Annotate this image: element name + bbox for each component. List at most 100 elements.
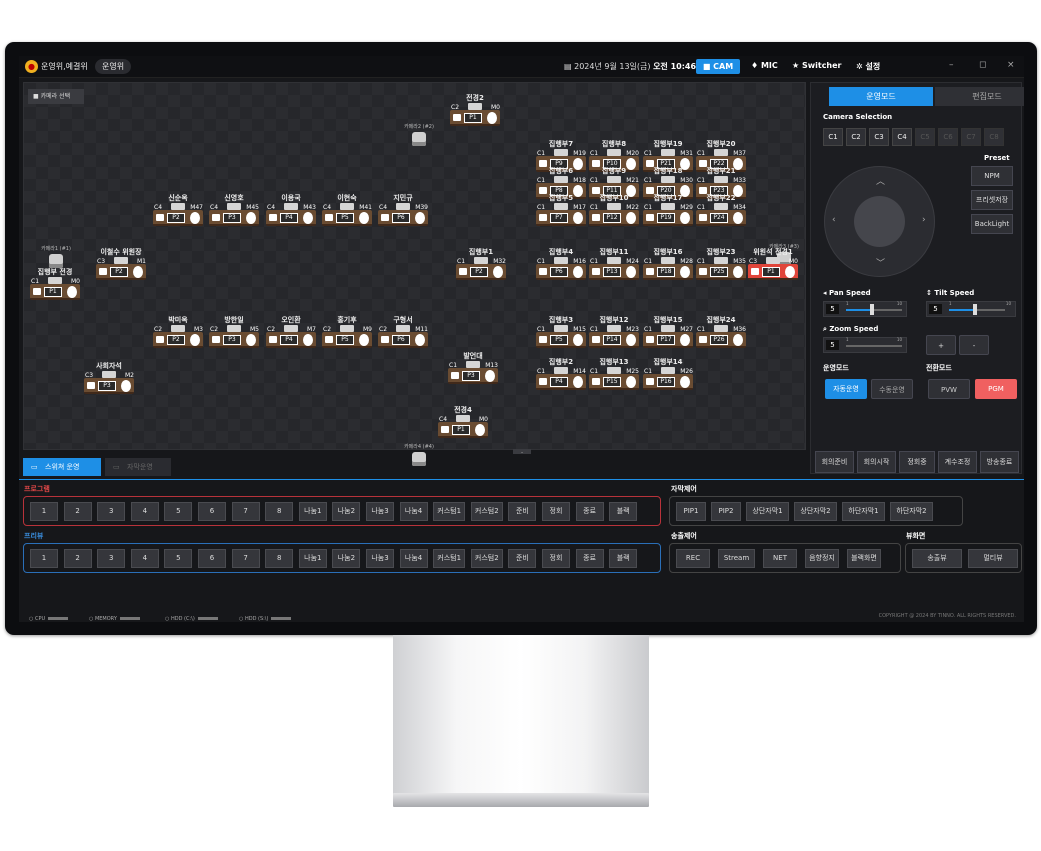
mic-icon[interactable]: [680, 212, 690, 224]
program-key-button[interactable]: 1: [30, 502, 58, 521]
seat[interactable]: 집행부11 C1 M24 P13: [587, 247, 641, 281]
mic-icon[interactable]: [359, 334, 369, 346]
camera-btn-c8[interactable]: C8: [984, 128, 1004, 146]
preset-save-button[interactable]: 프리셋저장: [971, 190, 1013, 210]
subtitle-button[interactable]: PIP2: [711, 502, 741, 521]
mic-icon[interactable]: [303, 212, 313, 224]
program-key-button[interactable]: 종료: [575, 502, 604, 521]
seat-preset[interactable]: P2: [470, 267, 488, 277]
seat-preset[interactable]: P3: [98, 381, 116, 391]
pan-speed-knob[interactable]: [870, 304, 874, 315]
seat-preset[interactable]: P6: [550, 267, 568, 277]
preview-key-button[interactable]: 2: [63, 549, 92, 568]
mic-icon[interactable]: [626, 376, 636, 388]
video-icon[interactable]: [699, 214, 707, 221]
video-icon[interactable]: [751, 268, 759, 275]
broadcast-button[interactable]: REC: [676, 549, 710, 568]
video-icon[interactable]: [325, 214, 333, 221]
seat-preset[interactable]: P1: [44, 287, 62, 297]
tab-edit-mode[interactable]: 편집모드: [935, 87, 1024, 106]
preview-key-button[interactable]: 5: [164, 549, 193, 568]
camera-btn-c2[interactable]: C2: [846, 128, 866, 146]
seat[interactable]: 위원석 전경1 C3 M0 P1: [746, 247, 800, 281]
program-key-button[interactable]: 5: [164, 502, 193, 521]
program-key-button[interactable]: 정회: [542, 502, 570, 521]
program-key-button[interactable]: 커스텀1: [433, 502, 466, 521]
program-key-button[interactable]: 커스텀2: [470, 502, 503, 521]
seat[interactable]: 전경4 C4 M0 P1: [436, 405, 490, 439]
preview-key-button[interactable]: 종료: [575, 549, 604, 568]
zoom-speed-slider[interactable]: 5 1 10: [823, 337, 907, 353]
subtitle-button[interactable]: 상단자막1: [746, 502, 789, 521]
video-icon[interactable]: [451, 372, 459, 379]
video-icon[interactable]: [325, 336, 333, 343]
seat-preset[interactable]: P16: [657, 377, 675, 387]
program-key-button[interactable]: 3: [97, 502, 126, 521]
seat[interactable]: 신순옥 C4 M47 P2: [151, 193, 205, 227]
preview-key-button[interactable]: 나눔1: [298, 549, 327, 568]
video-icon[interactable]: [156, 336, 164, 343]
seat-preset[interactable]: P3: [223, 213, 241, 223]
mic-icon[interactable]: [573, 212, 583, 224]
seat[interactable]: 집행부3 C1 M15 P5: [534, 315, 588, 349]
tilt-speed-slider[interactable]: 5 1 10: [926, 301, 1016, 317]
seat-preset[interactable]: P6: [392, 213, 410, 223]
committee-pill[interactable]: 운영위: [95, 59, 132, 74]
preview-key-button[interactable]: 나눔2: [332, 549, 361, 568]
seat-preset[interactable]: P7: [550, 213, 568, 223]
mic-icon[interactable]: [246, 334, 256, 346]
seat[interactable]: 집행부14 C1 M26 P16: [641, 357, 695, 391]
mic-icon[interactable]: [121, 380, 131, 392]
backlight-button[interactable]: BackLight: [971, 214, 1013, 234]
mic-icon[interactable]: [415, 334, 425, 346]
video-icon[interactable]: [381, 336, 389, 343]
seat-preset[interactable]: P5: [336, 335, 354, 345]
ptz-right-icon[interactable]: ›: [922, 215, 926, 225]
seat[interactable]: 집행부12 C1 M23 P14: [587, 315, 641, 349]
mic-icon[interactable]: [573, 376, 583, 388]
tab-switcher-operation[interactable]: ▭ 스위쳐 운영: [23, 458, 101, 476]
preview-key-button[interactable]: 커스텀1: [433, 549, 466, 568]
seat[interactable]: 신영호 C4 M45 P3: [207, 193, 261, 227]
program-key-button[interactable]: 7: [231, 502, 260, 521]
seat[interactable]: 구형서 C2 M11 P6: [376, 315, 430, 349]
tab-operation-mode[interactable]: 운영모드: [829, 87, 933, 106]
seat[interactable]: 오인환 C2 M7 P4: [264, 315, 318, 349]
program-key-button[interactable]: 나눔4: [399, 502, 428, 521]
preview-key-button[interactable]: 커스텀2: [470, 549, 503, 568]
program-key-button[interactable]: 6: [198, 502, 226, 521]
seat[interactable]: 집행부16 C1 M28 P18: [641, 247, 695, 281]
video-icon[interactable]: [699, 268, 707, 275]
mic-icon[interactable]: [485, 370, 495, 382]
seat[interactable]: 집행부24 C1 M36 P26: [694, 315, 748, 349]
mic-icon[interactable]: [133, 266, 143, 278]
camera-btn-c6[interactable]: C6: [938, 128, 958, 146]
preview-key-button[interactable]: 6: [198, 549, 226, 568]
seat-preset[interactable]: P5: [336, 213, 354, 223]
program-key-button[interactable]: 2: [63, 502, 92, 521]
mic-icon[interactable]: [190, 334, 200, 346]
seat[interactable]: 집행부4 C1 M16 P6: [534, 247, 588, 281]
video-icon[interactable]: [592, 378, 600, 385]
program-key-button[interactable]: 4: [130, 502, 159, 521]
mic-icon[interactable]: [573, 266, 583, 278]
seat-preset[interactable]: P4: [280, 213, 298, 223]
mic-icon[interactable]: [303, 334, 313, 346]
seat[interactable]: 지민규 C4 M39 P6: [376, 193, 430, 227]
mic-icon[interactable]: [733, 334, 743, 346]
preview-key-button[interactable]: 나눔3: [366, 549, 394, 568]
seat[interactable]: 전경2 C2 M0 P1: [448, 93, 502, 127]
switcher-button[interactable]: ★ Switcher: [792, 61, 842, 70]
broadcast-button[interactable]: Stream: [718, 549, 755, 568]
mic-button[interactable]: ♦ MIC: [751, 61, 778, 70]
seat-preset[interactable]: P13: [603, 267, 621, 277]
camera-marker[interactable]: 카메라2 (#2): [399, 123, 439, 153]
preview-key-button[interactable]: 정회: [542, 549, 570, 568]
preview-key-button[interactable]: 준비: [508, 549, 537, 568]
ptz-center-knob[interactable]: [854, 196, 905, 247]
seat-preset[interactable]: P1: [762, 267, 780, 277]
video-icon[interactable]: [699, 336, 707, 343]
preview-key-button[interactable]: 블랙: [609, 549, 638, 568]
program-key-button[interactable]: 블랙: [609, 502, 638, 521]
seat-preset[interactable]: P25: [710, 267, 728, 277]
